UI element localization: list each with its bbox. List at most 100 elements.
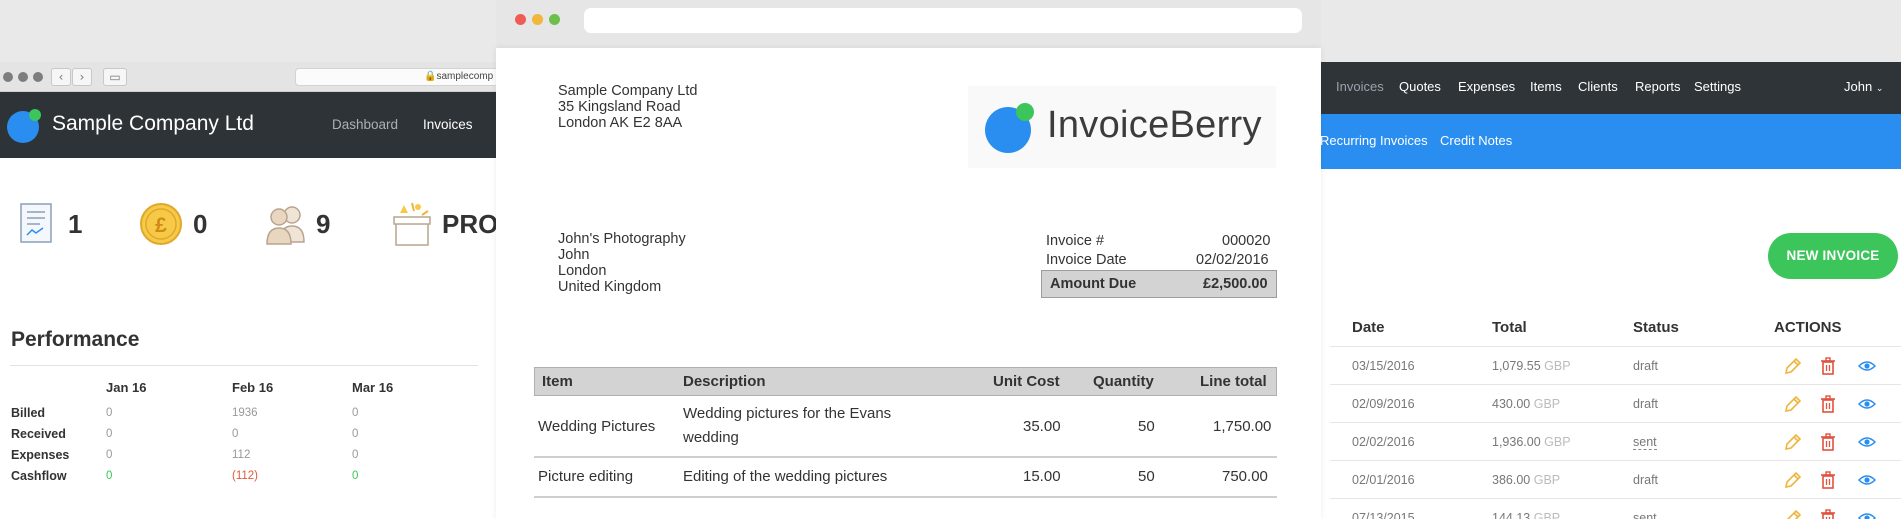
svg-text:£: £ <box>155 214 167 237</box>
invoice-currency: GBP <box>1533 397 1561 411</box>
col-status[interactable]: Status <box>1633 319 1679 336</box>
perf-cell: 0 <box>352 407 359 419</box>
invoice-date: 03/15/2016 <box>1352 359 1415 373</box>
edit-icon[interactable] <box>1783 470 1803 490</box>
stat-clients: 9 <box>262 202 330 246</box>
table-row[interactable]: 02/02/2016 1,936.00 GBP sent <box>1330 422 1901 460</box>
edit-icon[interactable] <box>1783 432 1803 452</box>
back-icon[interactable]: ‹ <box>51 68 71 86</box>
user-name: John <box>1844 79 1873 94</box>
nav-dashboard[interactable]: Dashboard <box>332 117 398 132</box>
col-date[interactable]: Date <box>1352 319 1385 336</box>
col-total[interactable]: Total <box>1492 319 1527 336</box>
invoice-total: 1,936.00 GBP <box>1492 435 1571 449</box>
eye-icon[interactable] <box>1857 394 1877 414</box>
performance-title: Performance <box>11 328 140 351</box>
window-close-icon[interactable] <box>3 72 13 82</box>
sub-nav: Recurring Invoices Credit Notes <box>1318 114 1901 169</box>
edit-icon[interactable] <box>1783 356 1803 376</box>
invoice-total: 144.13 GBP <box>1492 511 1560 519</box>
items-table-header <box>534 367 1277 396</box>
item-name: Picture editing <box>538 468 634 485</box>
nav-items[interactable]: Items <box>1530 79 1562 94</box>
lock-icon: 🔒 <box>424 71 437 82</box>
address-bar[interactable]: 🔒samplecomp <box>295 68 500 86</box>
invoice-date: 02/01/2016 <box>1352 473 1415 487</box>
invoice-status: draft <box>1633 397 1659 411</box>
perf-cell: 1936 <box>232 407 258 419</box>
perf-cell: 0 <box>352 428 359 440</box>
nav-invoices[interactable]: Invoices <box>1336 79 1384 94</box>
nav-settings[interactable]: Settings <box>1694 79 1741 94</box>
edit-icon[interactable] <box>1783 394 1803 414</box>
invoice-date: 02/02/2016 <box>1196 252 1269 268</box>
address-text: samplecomp <box>436 71 494 82</box>
perf-cell: 0 <box>106 428 113 440</box>
logo-text: InvoiceBerry <box>1047 104 1262 146</box>
eye-icon[interactable] <box>1857 470 1877 490</box>
window-close-icon[interactable] <box>515 14 526 25</box>
client-name: John's Photography <box>558 231 686 247</box>
perf-row-expenses: Expenses <box>11 448 70 462</box>
window-zoom-icon[interactable] <box>549 14 560 25</box>
nav-quotes[interactable]: Quotes <box>1399 79 1441 94</box>
edit-icon[interactable] <box>1783 508 1803 519</box>
address-bar[interactable] <box>584 8 1302 33</box>
invoice-number-label: Invoice # <box>1046 233 1105 249</box>
table-row[interactable]: 03/15/2016 1,079.55 GBP draft <box>1330 346 1901 384</box>
col-line-total: Line total <box>1200 373 1267 390</box>
browser-toolbar: ‹ › ▭ 🔒samplecomp <box>0 62 500 92</box>
item-quantity: 50 <box>1138 418 1155 435</box>
col-description: Description <box>683 373 766 390</box>
invoice-currency: GBP <box>1533 473 1561 487</box>
perf-cell-cashflow: (112) <box>232 470 258 482</box>
top-nav: Invoices Quotes Expenses Items Clients R… <box>1318 62 1901 114</box>
eye-icon[interactable] <box>1857 432 1877 452</box>
perf-cell: 0 <box>352 449 359 461</box>
window-minimize-icon[interactable] <box>532 14 543 25</box>
trash-icon[interactable] <box>1818 356 1838 376</box>
perf-row-received: Received <box>11 427 66 441</box>
forward-icon[interactable]: › <box>72 68 92 86</box>
invoice-date: 02/09/2016 <box>1352 397 1415 411</box>
window-minimize-icon[interactable] <box>18 72 28 82</box>
invoice-date-label: Invoice Date <box>1046 252 1127 268</box>
window-zoom-icon[interactable] <box>33 72 43 82</box>
perf-cell: 0 <box>106 449 113 461</box>
sidebar-toggle-icon[interactable]: ▭ <box>103 68 127 86</box>
amount-due-label: Amount Due <box>1050 276 1137 292</box>
invoice-status: sent <box>1633 511 1657 519</box>
users-icon <box>266 206 305 245</box>
item-quantity: 50 <box>1138 468 1155 485</box>
table-row[interactable]: 02/01/2016 386.00 GBP draft <box>1330 460 1901 498</box>
invoice-total: 430.00 GBP <box>1492 397 1560 411</box>
trash-icon[interactable] <box>1818 508 1838 519</box>
nav-clients[interactable]: Clients <box>1578 79 1618 94</box>
user-menu[interactable]: John ⌄ <box>1844 79 1883 94</box>
new-invoice-button[interactable]: NEW INVOICE <box>1768 233 1898 279</box>
table-row[interactable]: 07/13/2015 144.13 GBP sent <box>1330 498 1901 519</box>
invoice-document-icon <box>20 203 52 243</box>
trash-icon[interactable] <box>1818 470 1838 490</box>
subnav-recurring-invoices[interactable]: Recurring Invoices <box>1320 133 1428 148</box>
subnav-credit-notes[interactable]: Credit Notes <box>1440 133 1512 148</box>
eye-icon[interactable] <box>1857 356 1877 376</box>
chevron-down-icon: ⌄ <box>1875 83 1884 93</box>
nav-expenses[interactable]: Expenses <box>1458 79 1515 94</box>
client-country: United Kingdom <box>558 279 662 295</box>
stat-plan-value: PRO <box>442 208 499 239</box>
item-unit-cost: 35.00 <box>1023 418 1061 435</box>
trash-icon[interactable] <box>1818 432 1838 452</box>
invoice-total: 1,079.55 GBP <box>1492 359 1571 373</box>
company-name: Sample Company Ltd <box>52 112 254 135</box>
invoice-status: sent <box>1633 435 1657 450</box>
eye-icon[interactable] <box>1857 508 1877 519</box>
col-unit-cost: Unit Cost <box>993 373 1060 390</box>
item-unit-cost: 15.00 <box>1023 468 1061 485</box>
item-description-cont: wedding <box>683 429 739 446</box>
nav-reports[interactable]: Reports <box>1635 79 1681 94</box>
col-quantity: Quantity <box>1093 373 1154 390</box>
table-row[interactable]: 02/09/2016 430.00 GBP draft <box>1330 384 1901 422</box>
nav-invoices[interactable]: Invoices <box>423 117 473 132</box>
trash-icon[interactable] <box>1818 394 1838 414</box>
